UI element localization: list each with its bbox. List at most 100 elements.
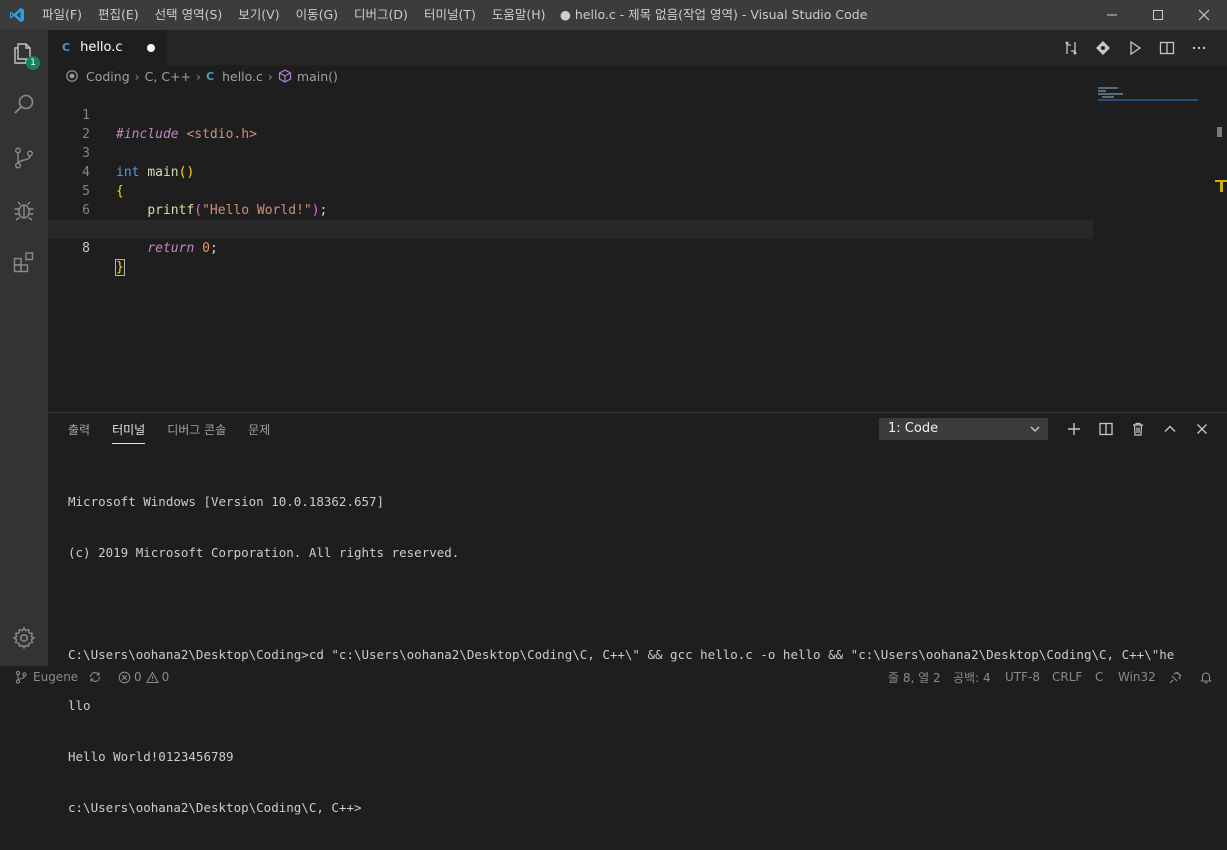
number-literal: 0 bbox=[202, 241, 210, 256]
status-branch[interactable]: Eugene bbox=[14, 666, 78, 688]
terminal-line: Microsoft Windows [Version 10.0.18362.65… bbox=[68, 494, 385, 509]
status-cursor-position[interactable]: 줄 8, 열 2 bbox=[888, 666, 941, 688]
panel-tabs: 출력 터미널 디버그 콘솔 문제 bbox=[68, 421, 292, 444]
breadcrumb-folder-c[interactable]: C, C++ bbox=[145, 69, 191, 84]
status-indentation[interactable]: 공백: 4 bbox=[953, 666, 991, 688]
chevron-right-icon: › bbox=[196, 68, 201, 84]
semicolon: ; bbox=[209, 241, 218, 256]
code-editor[interactable]: 1 #include <stdio.h> 2 3 int main() 4 { … bbox=[48, 87, 1093, 287]
minimize-button[interactable] bbox=[1089, 0, 1135, 30]
extensions-icon[interactable] bbox=[0, 238, 48, 286]
line-number: 8 bbox=[82, 241, 90, 256]
maximize-panel-icon[interactable] bbox=[1154, 416, 1186, 442]
panel-actions bbox=[1058, 416, 1218, 442]
source-control-icon[interactable] bbox=[0, 134, 48, 182]
status-platform[interactable]: Win32 bbox=[1118, 666, 1156, 688]
terminal-line: Hello World!0123456789 bbox=[68, 749, 234, 764]
terminal-line: llo bbox=[68, 698, 91, 713]
code-line-current: 8 } bbox=[48, 220, 1093, 276]
warning-count: 0 bbox=[161, 670, 170, 684]
breadcrumb-file[interactable]: hello.c bbox=[222, 69, 263, 84]
split-terminal-icon[interactable] bbox=[1090, 416, 1122, 442]
tab-debug-console[interactable]: 디버그 콘솔 bbox=[167, 421, 226, 444]
split-editor-icon[interactable] bbox=[1151, 30, 1183, 65]
folder-circle-icon bbox=[66, 70, 78, 82]
editor-actions bbox=[1055, 30, 1215, 65]
new-terminal-icon[interactable] bbox=[1058, 416, 1090, 442]
minimap[interactable] bbox=[1098, 87, 1213, 107]
notifications-bell-icon[interactable] bbox=[1199, 666, 1213, 688]
tab-terminal[interactable]: 터미널 bbox=[112, 421, 146, 444]
menu-file[interactable]: 파일(F) bbox=[34, 0, 90, 30]
scrollbar-thumb[interactable] bbox=[1217, 127, 1222, 137]
menu-view[interactable]: 보기(V) bbox=[230, 0, 287, 30]
tab-label: hello.c bbox=[80, 39, 123, 55]
breadcrumb-symbol[interactable]: main() bbox=[297, 69, 338, 84]
bottom-panel: 출력 터미널 디버그 콘솔 문제 1: Code Microsoft Windo… bbox=[48, 412, 1227, 815]
status-eol[interactable]: CRLF bbox=[1052, 666, 1082, 688]
close-brace: } bbox=[115, 259, 125, 276]
menu-debug[interactable]: 디버그(D) bbox=[346, 0, 416, 30]
c-file-icon: C bbox=[62, 40, 71, 54]
breadcrumb: Coding › C, C++ › C hello.c › main() bbox=[48, 65, 1108, 87]
terminal-line: c:\Users\oohana2\Desktop\Coding\C, C++> bbox=[68, 800, 362, 815]
menu-bar: 파일(F) 편집(E) 선택 영역(S) 보기(V) 이동(G) 디버그(D) … bbox=[34, 0, 553, 30]
terminal-select-value: 1: Code bbox=[888, 421, 939, 436]
title-bar: 파일(F) 편집(E) 선택 영역(S) 보기(V) 이동(G) 디버그(D) … bbox=[0, 0, 1227, 30]
breadcrumb-folder-coding[interactable]: Coding bbox=[86, 69, 130, 84]
tab-hello-c[interactable]: C hello.c bbox=[48, 30, 166, 65]
settings-gear-icon[interactable] bbox=[0, 622, 48, 654]
error-count: 0 bbox=[134, 670, 142, 684]
activity-bar: 1 bbox=[0, 30, 48, 666]
tab-output[interactable]: 출력 bbox=[68, 421, 90, 444]
debug-icon[interactable] bbox=[0, 186, 48, 234]
tab-problems[interactable]: 문제 bbox=[248, 421, 270, 444]
more-actions-icon[interactable] bbox=[1183, 30, 1215, 65]
close-window-button[interactable] bbox=[1181, 0, 1227, 30]
code-line: 2 bbox=[48, 106, 1093, 142]
menu-selection[interactable]: 선택 영역(S) bbox=[147, 0, 231, 30]
window-title: ● hello.c - 제목 없음(작업 영역) - Visual Studio… bbox=[560, 7, 868, 22]
menu-help[interactable]: 도움말(H) bbox=[484, 0, 554, 30]
code-line: 3 int main() bbox=[48, 125, 1093, 180]
status-problems[interactable]: 0 0 bbox=[118, 666, 169, 688]
branch-icon bbox=[15, 670, 27, 684]
terminal-output[interactable]: Microsoft Windows [Version 10.0.18362.65… bbox=[68, 459, 1174, 850]
return-keyword: return bbox=[147, 241, 195, 256]
unsaved-dot-icon[interactable] bbox=[147, 44, 155, 52]
c-file-icon: C bbox=[206, 69, 215, 83]
code-line: 1 #include <stdio.h> bbox=[48, 87, 1093, 142]
explorer-badge: 1 bbox=[26, 56, 40, 70]
explorer-icon[interactable]: 1 bbox=[0, 30, 48, 78]
terminal-line: C:\Users\oohana2\Desktop\Coding>cd "c:\U… bbox=[68, 647, 1175, 662]
window-controls bbox=[1089, 0, 1227, 30]
cube-symbol-icon bbox=[278, 69, 292, 83]
vscode-logo-icon bbox=[0, 0, 34, 30]
status-user: Eugene bbox=[33, 670, 79, 684]
search-icon[interactable] bbox=[0, 80, 48, 128]
error-icon bbox=[118, 671, 131, 683]
code-line: 4 { bbox=[48, 144, 1093, 199]
code-line: 7 return 0; bbox=[48, 201, 1093, 256]
terminal-select[interactable]: 1: Code bbox=[879, 418, 1048, 440]
open-changes-icon[interactable] bbox=[1055, 30, 1087, 65]
chevron-right-icon: › bbox=[134, 68, 140, 84]
chevron-down-icon bbox=[1029, 419, 1041, 446]
menu-terminal[interactable]: 터미널(T) bbox=[416, 0, 484, 30]
maximize-button[interactable] bbox=[1135, 0, 1181, 30]
scrollbar-marker bbox=[1220, 180, 1223, 192]
run-code-icon[interactable] bbox=[1119, 30, 1151, 65]
feedback-icon[interactable] bbox=[1168, 666, 1183, 688]
terminal-line: (c) 2019 Microsoft Corporation. All righ… bbox=[68, 545, 460, 560]
code-line: 5 printf("Hello World!"); bbox=[48, 163, 1093, 218]
close-panel-icon[interactable] bbox=[1186, 416, 1218, 442]
trash-icon[interactable] bbox=[1122, 416, 1154, 442]
status-encoding[interactable]: UTF-8 bbox=[1005, 666, 1040, 688]
git-lens-icon[interactable] bbox=[1087, 30, 1119, 65]
sync-icon[interactable] bbox=[88, 666, 102, 688]
chevron-right-icon: › bbox=[267, 68, 273, 84]
menu-edit[interactable]: 편집(E) bbox=[90, 0, 147, 30]
status-language[interactable]: C bbox=[1095, 666, 1103, 688]
menu-go[interactable]: 이동(G) bbox=[288, 0, 346, 30]
